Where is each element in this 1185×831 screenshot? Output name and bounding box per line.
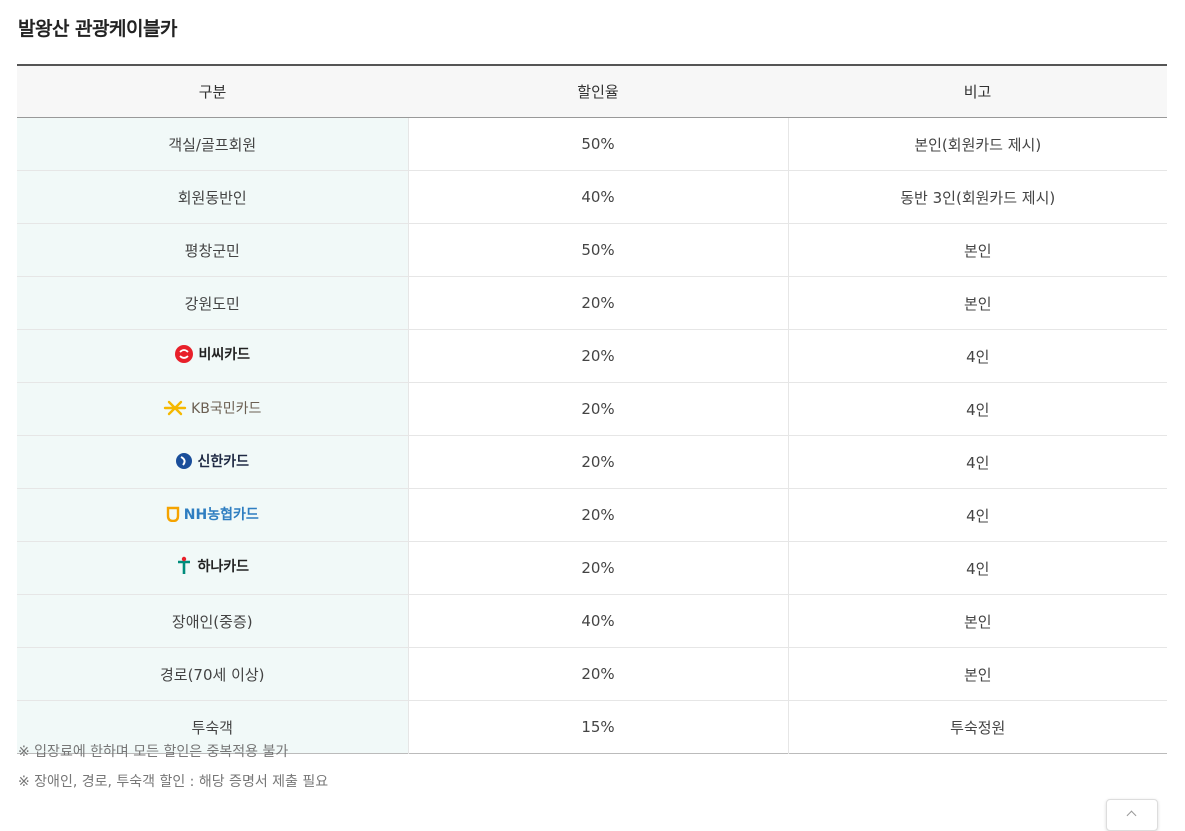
kb-star-icon [163,400,187,415]
table-row: 하나카드 20% 4인 [17,541,1167,595]
row-rate: 20% [408,329,789,383]
note-item: ※ 장애인, 경로, 투숙객 할인 : 해당 증명서 제출 필요 [18,774,329,790]
row-note: 4인 [788,541,1167,595]
header-rate: 할인율 [408,65,788,118]
chevron-up-icon [1126,810,1137,821]
header-category: 구분 [17,65,408,118]
row-rate: 50% [408,223,789,277]
hana-card-label: 하나카드 [197,559,250,575]
row-rate: 20% [408,541,789,595]
table-row: 장애인(중증) 40% 본인 [17,594,1167,648]
row-category: 신한카드 [17,435,409,489]
row-note: 본인(회원카드 제시) [788,117,1167,171]
row-rate: 20% [408,382,789,436]
hana-card-logo: 하나카드 [175,556,249,576]
table-row: NH농협카드 20% 4인 [17,488,1167,542]
row-category: 하나카드 [17,541,409,595]
row-rate: 15% [408,700,789,754]
row-note: 4인 [788,329,1167,383]
table-row: 강원도민 20% 본인 [17,276,1167,330]
table-row: KB국민카드 20% 4인 [17,382,1167,436]
table-row: 객실/골프회원 50% 본인(회원카드 제시) [17,117,1167,171]
scroll-top-button[interactable] [1106,799,1158,831]
discount-table: 구분 할인율 비고 객실/골프회원 50% 본인(회원카드 제시) 회원동반인 … [17,64,1167,754]
table-row: 신한카드 20% 4인 [17,435,1167,489]
bc-card-label: 비씨카드 [198,347,251,363]
header-note: 비고 [788,65,1167,118]
kb-card-logo: KB국민카드 [163,398,261,418]
table-header-row: 구분 할인율 비고 [17,65,1167,118]
row-note: 4인 [788,435,1167,489]
row-rate: 20% [408,435,789,489]
row-category: 장애인(중증) [17,594,409,648]
hana-icon [178,556,191,574]
notes: ※ 입장료에 한하며 모든 할인은 중복적용 불가 ※ 장애인, 경로, 투숙객… [18,740,328,800]
row-note: 본인 [788,276,1167,330]
bc-card-icon [175,345,194,363]
row-category: 경로(70세 이상) [17,647,409,701]
table-row: 회원동반인 40% 동반 3인(회원카드 제시) [17,170,1167,224]
row-category: NH농협카드 [17,488,409,542]
shinhan-card-label: 신한카드 [197,453,250,470]
shinhan-icon [176,452,193,469]
row-rate: 40% [408,594,789,648]
row-category: 평창군민 [17,223,409,277]
row-note: 동반 3인(회원카드 제시) [788,170,1167,224]
row-category: 회원동반인 [17,170,409,224]
row-rate: 50% [408,117,789,171]
row-category: 객실/골프회원 [17,117,409,171]
row-category: 강원도민 [17,276,409,330]
table-row: 평창군민 50% 본인 [17,223,1167,277]
row-note: 본인 [788,647,1167,701]
table-row: 경로(70세 이상) 20% 본인 [17,647,1167,701]
row-note: 4인 [788,382,1167,436]
row-category: 비씨카드 [17,329,409,383]
row-note: 본인 [788,223,1167,277]
row-rate: 20% [408,647,789,701]
row-category: KB국민카드 [17,382,409,436]
row-note: 투숙정원 [950,718,1006,737]
kb-card-label: KB국민카드 [191,400,262,417]
row-rate: 20% [408,276,789,330]
page-title: 발왕산 관광케이블카 [18,18,177,40]
nh-card-label: NH농협카드 [183,507,259,523]
nh-icon [166,506,179,522]
row-rate: 40% [408,170,789,224]
shinhan-card-logo: 신한카드 [175,451,249,471]
row-rate: 20% [408,488,789,542]
nh-card-logo: NH농협카드 [166,504,259,524]
note-item: ※ 입장료에 한하며 모든 할인은 중복적용 불가 [18,744,289,760]
table-row: 비씨카드 20% 4인 [17,329,1167,383]
row-note: 본인 [788,594,1167,648]
row-note: 4인 [788,488,1167,542]
bc-card-logo: 비씨카드 [174,344,250,364]
